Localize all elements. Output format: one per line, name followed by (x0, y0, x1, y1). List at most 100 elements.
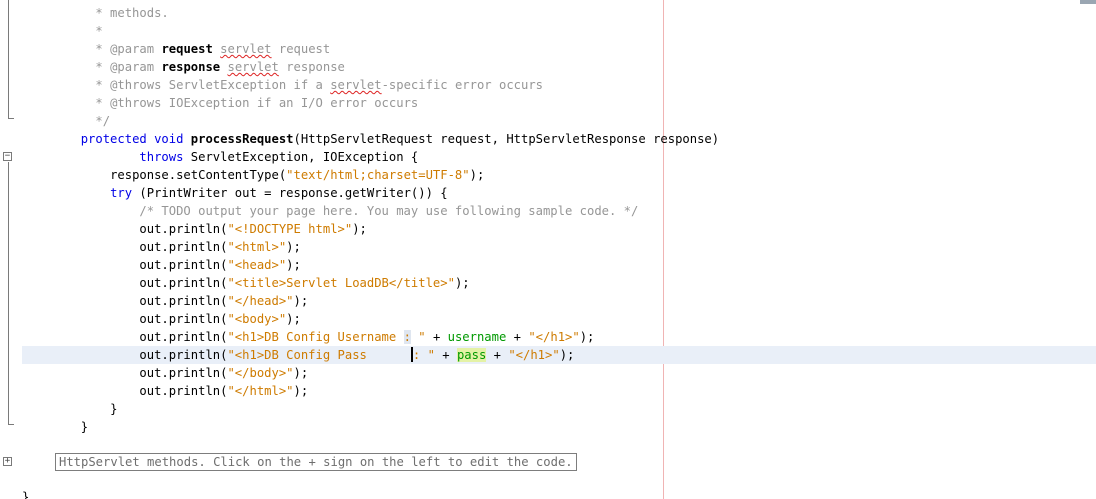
exception-list: ServletException, IOException { (183, 150, 419, 164)
string-literal: "</h1>" (508, 348, 560, 362)
code-line[interactable]: response.setContentType("text/html;chars… (22, 166, 484, 184)
code-line[interactable]: out.println("<title>Servlet LoadDB</titl… (22, 274, 470, 292)
code-text: ); (469, 168, 485, 182)
string-literal: "<html>" (227, 240, 287, 254)
code-line[interactable]: * @param response servlet response (22, 58, 345, 76)
code-text: out.println( (139, 240, 228, 254)
code-line[interactable]: */ (22, 112, 110, 130)
fold-guide-end (8, 118, 14, 119)
keyword: protected (80, 132, 147, 146)
javadoc-tag: @param (110, 42, 155, 56)
string-literal: "<!DOCTYPE html>" (227, 222, 353, 236)
code-text: ); (352, 222, 367, 236)
keyword: try (110, 186, 133, 200)
code-text: out.println( (139, 312, 228, 326)
code-line[interactable]: * (22, 22, 103, 40)
code-line[interactable]: try (PrintWriter out = response.getWrite… (22, 184, 448, 202)
current-code-line[interactable]: out.println("<h1>DB Config Pass : " + pa… (22, 346, 1096, 364)
code-line[interactable]: out.println("<html>"); (22, 238, 301, 256)
code-line[interactable]: } (22, 400, 117, 418)
code-text: out.println( (139, 348, 228, 362)
string-literal: "<head>" (227, 258, 287, 272)
string-literal: "<body>" (227, 312, 287, 326)
code-text: out.println( (139, 366, 228, 380)
fold-guide-end (8, 424, 14, 425)
folded-code-summary[interactable]: HttpServlet methods. Click on the + sign… (55, 453, 577, 471)
right-margin-guide (663, 0, 664, 499)
keyword: throws (139, 150, 184, 164)
string-literal: "text/html;charset=UTF-8" (286, 168, 470, 182)
comment-text: */ (95, 114, 111, 128)
code-line[interactable]: /* TODO output your page here. You may u… (22, 202, 638, 220)
param-name: request (161, 42, 213, 56)
code-text: ); (286, 240, 301, 254)
fold-expand-icon[interactable]: + (3, 457, 12, 466)
fold-collapse-icon[interactable]: − (3, 152, 12, 161)
code-text: out.println( (139, 384, 228, 398)
code-line[interactable]: * @throws IOException if an I/O error oc… (22, 94, 418, 112)
code-text: + (486, 348, 509, 362)
code-line[interactable]: protected void processRequest(HttpServle… (22, 130, 719, 148)
code-line[interactable]: out.println("</body>"); (22, 364, 308, 382)
code-text: ); (286, 312, 301, 326)
string-literal: "</html>" (227, 384, 294, 398)
fold-guide-line (8, 162, 9, 424)
comment-text: request (271, 42, 331, 56)
method-params: (HttpServletRequest request, HttpServlet… (293, 132, 720, 146)
string-literal: "</body>" (227, 366, 294, 380)
closing-brace: } (22, 490, 30, 499)
spelling-word: servlet (330, 78, 382, 92)
string-literal: "</h1>" (528, 330, 580, 344)
code-text: out.println( (139, 258, 228, 272)
code-text: + (425, 330, 448, 344)
fold-guide-line (8, 0, 9, 118)
string-literal: "<h1>DB Config Username (227, 330, 404, 344)
field-reference: pass (456, 348, 487, 362)
code-text: response.setContentType( (110, 168, 287, 182)
spelling-word: servlet (220, 42, 272, 56)
code-line[interactable]: out.println("</head>"); (22, 292, 308, 310)
code-text: + (506, 330, 529, 344)
code-text: ); (293, 384, 309, 398)
code-text: out.println( (139, 222, 228, 236)
comment-text: * (95, 24, 103, 38)
code-line[interactable]: * @param request servlet request (22, 40, 330, 58)
string-literal: " (410, 330, 426, 344)
code-line[interactable]: out.println("<body>"); (22, 310, 301, 328)
comment-text: * methods. (95, 6, 169, 20)
editor-gutter: − + (0, 0, 22, 499)
code-editor[interactable]: − + * methods. * * @param request servle… (0, 0, 1096, 499)
code-line[interactable]: out.println("<head>"); (22, 256, 301, 274)
code-line[interactable]: throws ServletException, IOException { (22, 148, 418, 166)
keyword: void (154, 132, 184, 146)
code-line[interactable]: * methods. (22, 4, 169, 22)
code-text: ); (286, 258, 301, 272)
todo-comment: /* TODO output your page here. You may u… (139, 204, 639, 218)
param-name: response (161, 60, 221, 74)
string-literal: : " (412, 348, 435, 362)
code-line[interactable]: out.println("<h1>DB Config Username : " … (22, 328, 594, 346)
closing-brace: } (80, 420, 89, 434)
field-reference: username (447, 330, 507, 344)
method-name: processRequest (190, 132, 294, 146)
string-literal: "<title>Servlet LoadDB</title>" (227, 276, 455, 290)
code-text: ); (579, 330, 595, 344)
code-text: out.println( (139, 294, 228, 308)
javadoc-tag: @throws (110, 96, 162, 110)
code-line[interactable]: out.println("<!DOCTYPE html>"); (22, 220, 367, 238)
string-literal: "</head>" (227, 294, 294, 308)
code-line[interactable]: out.println("</html>"); (22, 382, 308, 400)
code-line[interactable]: } (22, 418, 88, 436)
code-text: ); (293, 366, 309, 380)
scrollbar-thumb[interactable] (1080, 0, 1096, 4)
code-line[interactable]: * @throws ServletException if a servlet-… (22, 76, 543, 94)
string-literal: "<h1>DB Config Pass (227, 348, 411, 362)
closing-brace: } (110, 402, 118, 416)
comment-text: -specific error occurs (381, 78, 544, 92)
code-text: ); (454, 276, 470, 290)
javadoc-tag: @throws (110, 78, 162, 92)
comment-text: ServletException if a (161, 78, 331, 92)
code-line[interactable]: } (22, 488, 29, 499)
matched-colon: : (403, 330, 411, 344)
code-text: ); (559, 348, 575, 362)
